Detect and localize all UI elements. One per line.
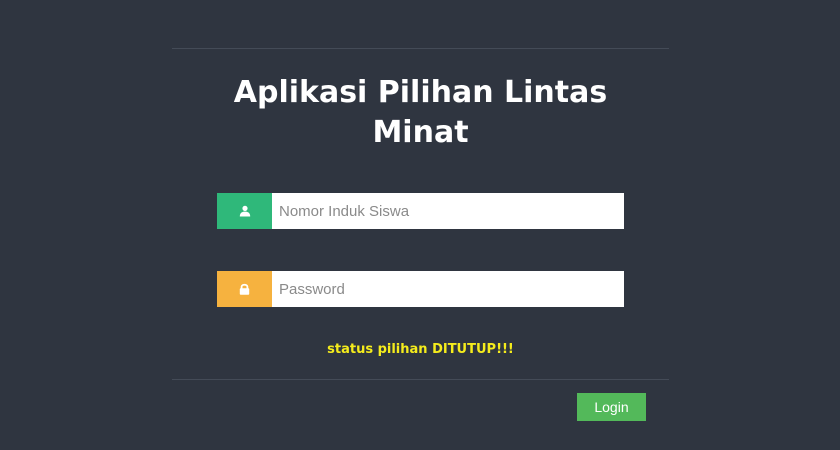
status-message: status pilihan DITUTUP!!!: [327, 342, 514, 357]
password-input-group: [217, 271, 624, 307]
page-title: Aplikasi Pilihan Lintas Minat: [172, 73, 669, 153]
user-icon: [217, 193, 272, 229]
bottom-divider: [172, 379, 669, 380]
lock-icon: [217, 271, 272, 307]
page-title-text: Aplikasi Pilihan Lintas Minat: [233, 75, 608, 150]
login-button[interactable]: Login: [577, 393, 646, 421]
top-divider: [172, 48, 669, 49]
login-panel: Aplikasi Pilihan Lintas Minat status pil…: [172, 48, 669, 450]
username-field[interactable]: [272, 193, 624, 229]
password-field[interactable]: [272, 271, 624, 307]
username-input-group: [217, 193, 624, 229]
